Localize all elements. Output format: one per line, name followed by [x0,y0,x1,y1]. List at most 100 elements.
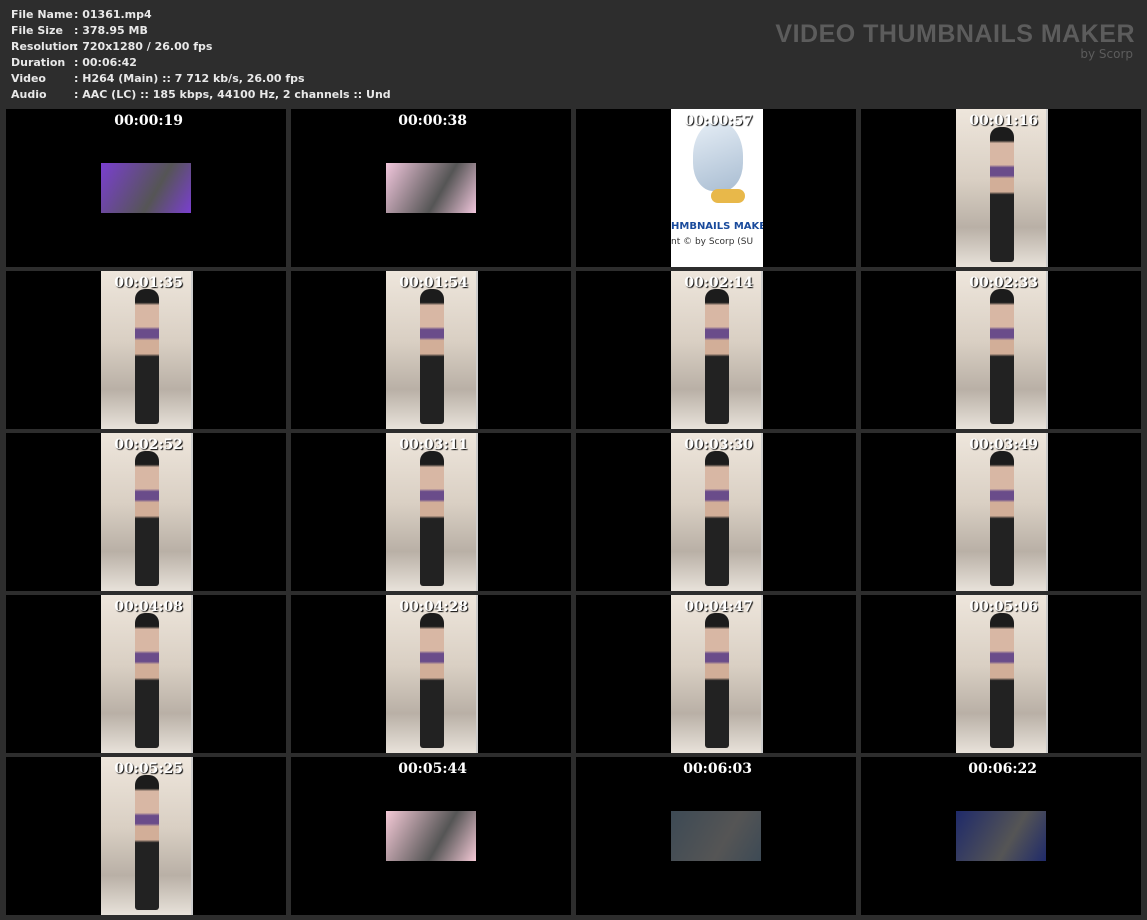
timestamp: 00:03:49 [969,437,1038,453]
info-separator: : [74,24,83,37]
thumbnail-cell[interactable]: 00:04:28 [291,595,571,753]
thumbnail-frame [101,271,193,429]
info-row: File Size: 378.95 MB [11,23,391,39]
frame-subject [990,613,1014,748]
frame-subject [990,289,1014,424]
file-info-panel: File Name: 01361.mp4 File Size: 378.95 MB… [11,7,391,103]
info-separator: : [74,88,83,101]
frame-subject [705,289,729,424]
thumbnail-cell[interactable]: 00:05:25 [6,757,286,915]
info-key: Resolution [11,40,78,53]
info-value: H264 (Main) :: 7 712 kb/s, 26.00 fps [82,72,305,85]
info-row: Resolution: 720x1280 / 26.00 fps [11,39,391,55]
timestamp: 00:01:16 [969,113,1038,129]
timestamp: 00:04:28 [399,599,468,615]
scroll-icon [711,189,745,203]
brand-watermark: VIDEO THUMBNAILS MAKER by Scorp [775,20,1135,60]
timestamp: 00:00:57 [684,113,753,129]
frame-subject [420,613,444,748]
frame-subject [135,289,159,424]
info-value: 00:06:42 [82,56,137,69]
thumbnail-frame-ad [101,163,191,213]
thumbnail-frame-ad [386,811,476,861]
thumbnail-cell[interactable]: 00:02:14 [576,271,856,429]
timestamp: 00:06:03 [683,761,752,777]
thumbnail-frame-ad [386,163,476,213]
timestamp: 00:03:30 [684,437,753,453]
thumbnail-grid: 00:00:19 00:00:38 HMBNAILS MAKER 8 nt © by … [6,109,1141,915]
info-separator: : [74,72,83,85]
thumbnail-frame [671,433,763,591]
thumbnail-cell[interactable]: 00:06:03 [576,757,856,915]
timestamp: 00:06:22 [968,761,1037,777]
thumbnail-frame [386,433,478,591]
frame-subject [990,451,1014,586]
thumbnail-cell[interactable]: 00:03:11 [291,433,571,591]
thumbnail-frame [956,109,1048,267]
timestamp: 00:01:35 [114,275,183,291]
timestamp: 00:02:52 [114,437,183,453]
thumbnail-cell[interactable]: 00:02:33 [861,271,1141,429]
timestamp: 00:05:44 [398,761,467,777]
info-key: Audio [11,88,47,101]
thumbnail-cell[interactable]: 00:02:52 [6,433,286,591]
frame-subject [420,289,444,424]
info-value: 720x1280 / 26.00 fps [82,40,213,53]
frame-subject [420,451,444,586]
thumbnail-cell[interactable]: 00:00:19 [6,109,286,267]
info-separator: : [74,8,83,21]
timestamp: 00:03:11 [399,437,468,453]
logo-text-line2: nt © by Scorp (SU [671,237,754,247]
owl-logo-icon [693,121,743,191]
timestamp: 00:00:19 [114,113,183,129]
thumbnail-cell[interactable]: 00:03:49 [861,433,1141,591]
thumbnail-frame [671,271,763,429]
info-row: Duration: 00:06:42 [11,55,391,71]
info-separator: : [74,56,83,69]
frame-subject [135,775,159,910]
thumbnail-frame [101,595,193,753]
logo-text-line1: HMBNAILS MAKER 8 [671,221,763,232]
thumbnail-frame [956,433,1048,591]
timestamp: 00:04:47 [684,599,753,615]
thumbnail-cell[interactable]: 00:04:47 [576,595,856,753]
thumbnail-cell[interactable]: 00:01:54 [291,271,571,429]
frame-subject [705,613,729,748]
timestamp: 00:05:06 [969,599,1038,615]
thumbnail-frame-ad [956,811,1046,861]
info-key: File Size [11,24,63,37]
timestamp: 00:01:54 [399,275,468,291]
thumbnail-frame-ad [671,811,761,861]
frame-subject [705,451,729,586]
timestamp: 00:05:25 [114,761,183,777]
info-row: Audio: AAC (LC) :: 185 kbps, 44100 Hz, 2… [11,87,391,103]
thumbnail-cell[interactable]: 00:01:16 [861,109,1141,267]
frame-subject [135,451,159,586]
timestamp: 00:04:08 [114,599,183,615]
info-row: File Name: 01361.mp4 [11,7,391,23]
timestamp: 00:00:38 [398,113,467,129]
thumbnail-cell[interactable]: 00:00:38 [291,109,571,267]
info-value: AAC (LC) :: 185 kbps, 44100 Hz, 2 channe… [82,88,391,101]
thumbnail-cell[interactable]: 00:03:30 [576,433,856,591]
info-key: File Name [11,8,73,21]
thumbnail-cell[interactable]: HMBNAILS MAKER 8 nt © by Scorp (SU 00:00:5… [576,109,856,267]
frame-subject [135,613,159,748]
thumbnail-cell[interactable]: 00:04:08 [6,595,286,753]
thumbnail-cell[interactable]: 00:01:35 [6,271,286,429]
thumbnail-frame [956,595,1048,753]
thumbnail-cell[interactable]: 00:06:22 [861,757,1141,915]
thumbnail-cell[interactable]: 00:05:06 [861,595,1141,753]
brand-title: VIDEO THUMBNAILS MAKER [775,20,1135,48]
thumbnail-frame [101,757,193,915]
thumbnail-cell[interactable]: 00:05:44 [291,757,571,915]
timestamp: 00:02:33 [969,275,1038,291]
frame-subject [990,127,1014,262]
thumbnail-frame-logo: HMBNAILS MAKER 8 nt © by Scorp (SU [671,109,763,267]
info-key: Video [11,72,46,85]
info-key: Duration [11,56,66,69]
info-value: 378.95 MB [82,24,148,37]
info-separator: : [74,40,83,53]
info-value: 01361.mp4 [82,8,152,21]
thumbnail-frame [386,271,478,429]
